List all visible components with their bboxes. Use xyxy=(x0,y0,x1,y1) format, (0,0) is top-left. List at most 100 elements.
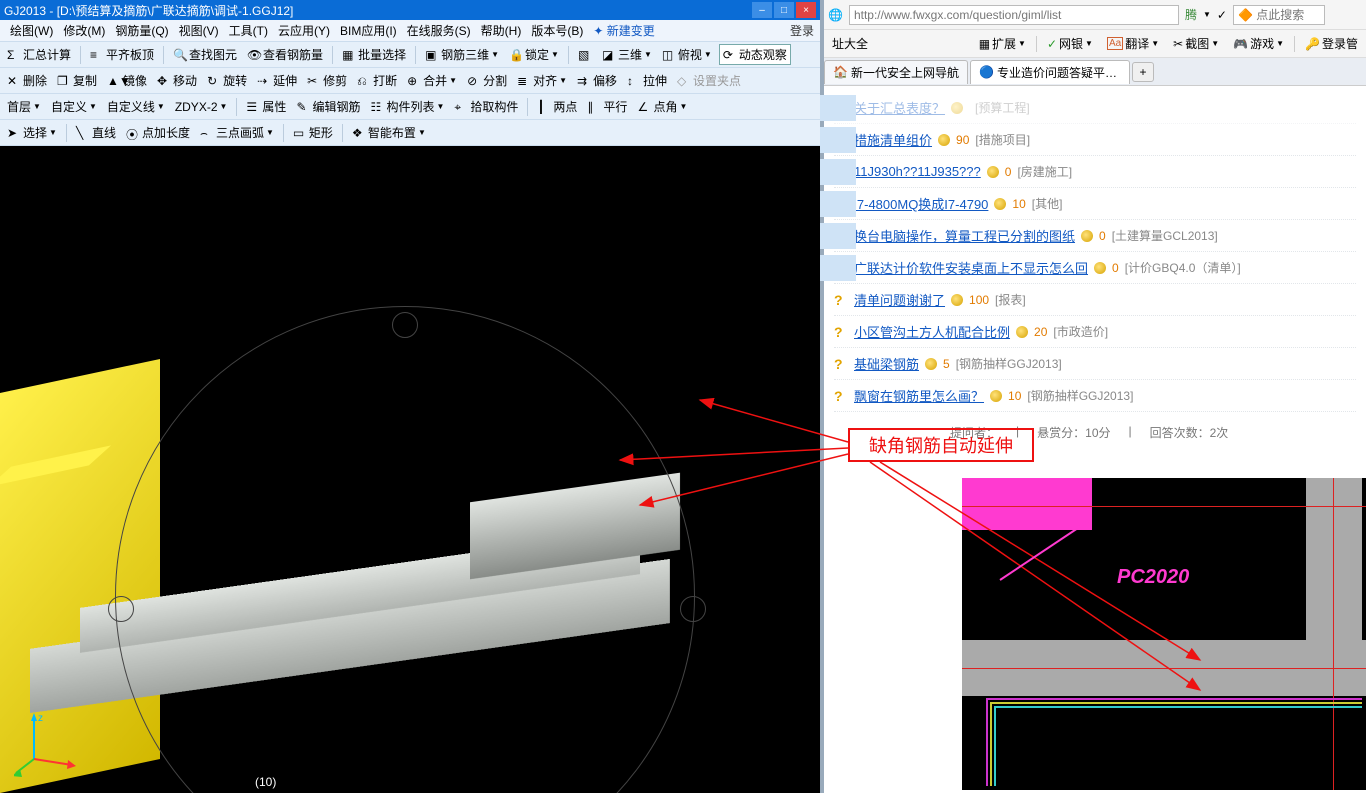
btn-point-angle[interactable]: ∠点角▼ xyxy=(634,97,690,116)
btn-summary[interactable]: Σ汇总计算 xyxy=(4,45,74,64)
btn-ext[interactable]: ▦扩展▼ xyxy=(975,34,1030,53)
btn-pick-component[interactable]: ⌖拾取构件 xyxy=(451,97,521,116)
btn-trim[interactable]: ✂修剪 xyxy=(304,71,350,90)
btn-translate[interactable]: Aa翻译▼ xyxy=(1103,34,1163,53)
btn-top-view[interactable]: ◫俯视▼ xyxy=(659,45,715,64)
qa-item[interactable]: ?措施清单组价90[措施项目] xyxy=(834,124,1356,156)
menu-rebar-qty[interactable]: 钢筋量(Q) xyxy=(111,20,172,41)
menu-bim[interactable]: BIM应用(I) xyxy=(336,20,401,41)
btn-delete[interactable]: ✕删除 xyxy=(4,71,50,90)
btn-screenshot[interactable]: ✂截图▼ xyxy=(1169,34,1223,53)
qa-item[interactable]: ?小区管沟土方人机配合比例20[市政造价] xyxy=(834,316,1356,348)
btn-mirror[interactable]: ▲▼镜像 xyxy=(104,71,150,90)
menu-tools[interactable]: 工具(T) xyxy=(225,20,272,41)
question-list: ?关于汇总表度？[预算工程] ?措施清单组价90[措施项目] ?11J930h?… xyxy=(824,86,1366,418)
qa-link[interactable]: 小区管沟土方人机配合比例 xyxy=(854,322,1010,341)
refresh-icon[interactable]: ✓ xyxy=(1217,8,1227,22)
menu-new-change[interactable]: ✦ 新建变更 xyxy=(589,20,658,41)
btn-point-len[interactable]: ⦿点加长度 xyxy=(123,123,193,142)
btn-login-mgr[interactable]: 🔑登录管 xyxy=(1301,34,1362,53)
btn-align[interactable]: ≣对齐▼ xyxy=(514,71,570,90)
menu-cloud[interactable]: 云应用(Y) xyxy=(274,20,334,41)
qa-link[interactable]: 广联达计价软件安装桌面上不显示怎么回 xyxy=(854,258,1088,277)
menu-help[interactable]: 帮助(H) xyxy=(477,20,526,41)
qa-item[interactable]: ?清单问题谢谢了100[报表] xyxy=(834,284,1356,316)
dd-floor[interactable]: 首层 ▼ xyxy=(4,97,44,116)
qa-item[interactable]: ?关于汇总表度？[预算工程] xyxy=(834,92,1356,124)
go-icon[interactable]: 腾 xyxy=(1185,6,1197,23)
qa-item[interactable]: ?飘窗在钢筋里怎么画？10[钢筋抽样GGJ2013] xyxy=(834,380,1356,412)
btn-find-element[interactable]: 🔍查找图元 xyxy=(170,45,240,64)
btn-edit-rebar[interactable]: ✎编辑钢筋 xyxy=(293,97,363,116)
btn-line[interactable]: ╲直线 xyxy=(73,123,119,142)
btn-move[interactable]: ✥移动 xyxy=(154,71,200,90)
tab-navigation[interactable]: 🏠 新一代安全上网导航 xyxy=(824,60,968,84)
btn-rotate[interactable]: ↻旋转 xyxy=(204,71,250,90)
dd-custom[interactable]: 自定义 ▼ xyxy=(48,97,100,116)
maximize-button[interactable]: □ xyxy=(774,2,794,18)
menu-view[interactable]: 视图(V) xyxy=(175,20,223,41)
btn-offset[interactable]: ⇉偏移 xyxy=(574,71,620,90)
plan-image: PC2020 xyxy=(962,478,1366,790)
dd-custom-line[interactable]: 自定义线 ▼ xyxy=(104,97,168,116)
btn-extend[interactable]: ⇢延伸 xyxy=(254,71,300,90)
qa-item[interactable]: ?广联达计价软件安装桌面上不显示怎么回0[计价GBQ4.0（清单）] xyxy=(834,252,1356,284)
btn-dynamic-orbit[interactable]: ⟳动态观察 xyxy=(719,44,791,65)
qa-link[interactable]: 措施清单组价 xyxy=(854,130,932,149)
menu-draw[interactable]: 绘图(W) xyxy=(6,20,57,41)
btn-smart-place[interactable]: ❖智能布置▼ xyxy=(349,123,429,142)
menu-online[interactable]: 在线服务(S) xyxy=(403,20,475,41)
login-link[interactable]: 登录 xyxy=(790,22,814,39)
menu-modify[interactable]: 修改(M) xyxy=(59,20,109,41)
btn-component-list[interactable]: ☷构件列表▼ xyxy=(367,97,447,116)
btn-batch-select[interactable]: ▦批量选择 xyxy=(339,45,409,64)
orbit-handle-w[interactable] xyxy=(108,596,134,622)
btn-parallel[interactable]: ∥平行 xyxy=(584,97,630,116)
orbit-circle[interactable] xyxy=(115,306,695,793)
qa-item[interactable]: ?基础梁钢筋5[钢筋抽样GGJ2013] xyxy=(834,348,1356,380)
tab-qa-platform[interactable]: 🔵 专业造价问题答疑平台-广联达/... xyxy=(970,60,1130,84)
icon-cage[interactable]: ▧ xyxy=(575,47,595,63)
menu-version[interactable]: 版本号(B) xyxy=(527,20,587,41)
btn-select[interactable]: ➤选择▼ xyxy=(4,123,60,142)
btn-rebar-3d[interactable]: ▣钢筋三维▼ xyxy=(422,45,502,64)
qa-link[interactable]: 飘窗在钢筋里怎么画？ xyxy=(854,386,984,405)
btn-3d[interactable]: ◪三维▼ xyxy=(599,45,655,64)
btn-lock[interactable]: 🔒锁定▼ xyxy=(506,45,562,64)
orbit-handle-n[interactable] xyxy=(392,312,418,338)
minimize-button[interactable]: – xyxy=(752,2,772,18)
btn-rect[interactable]: ▭矩形 xyxy=(290,123,336,142)
btn-view-rebar-qty[interactable]: 👁查看钢筋量 xyxy=(244,45,326,64)
orbit-handle-e[interactable] xyxy=(680,596,706,622)
qa-item[interactable]: ?11J930h??11J935???0[房建施工] xyxy=(834,156,1356,188)
btn-stretch[interactable]: ↕拉伸 xyxy=(624,71,670,90)
btn-break[interactable]: ⎌打断 xyxy=(354,71,400,90)
btn-copy[interactable]: ❐复制 xyxy=(54,71,100,90)
btn-properties[interactable]: ☰属性 xyxy=(243,97,289,116)
url-input[interactable]: http://www.fwxgx.com/question/giml/list xyxy=(849,5,1179,25)
qa-link[interactable]: i7-4800MQ换成I7-4790 xyxy=(854,194,988,213)
3d-viewport[interactable]: z (10) xyxy=(0,146,820,793)
btn-join[interactable]: ⊕合并▼ xyxy=(404,71,460,90)
btn-sites-full[interactable]: 址大全 xyxy=(828,34,872,53)
qa-link[interactable]: 清单问题谢谢了 xyxy=(854,290,945,309)
qa-link[interactable]: 11J930h??11J935??? xyxy=(854,164,981,179)
close-button[interactable]: × xyxy=(796,2,816,18)
btn-level-to-slab[interactable]: ≡平齐板顶 xyxy=(87,45,157,64)
axis-gizmo: z xyxy=(14,699,94,779)
btn-games[interactable]: 🎮游戏▼ xyxy=(1229,34,1288,53)
new-tab-button[interactable]: + xyxy=(1132,62,1154,82)
title-bar[interactable]: GJ2013 - [D:\预结算及摘筋\广联达摘筋\调试-1.GGJ12] – … xyxy=(0,0,820,20)
btn-netbank[interactable]: ✓网银▼ xyxy=(1043,34,1097,53)
btn-split[interactable]: ⊘分割 xyxy=(464,71,510,90)
dd-zdyx2[interactable]: ZDYX-2 ▼ xyxy=(172,99,231,115)
btn-two-points[interactable]: ┃两点 xyxy=(534,97,580,116)
btn-threepoint-arc[interactable]: ⌢三点画弧▼ xyxy=(197,123,277,142)
search-input[interactable]: 🔶 点此搜索 xyxy=(1233,5,1325,25)
qa-item[interactable]: ?换台电脑操作，算量工程已分割的图纸0[土建算量GCL2013] xyxy=(834,220,1356,252)
qa-link[interactable]: 基础梁钢筋 xyxy=(854,354,919,373)
qa-link[interactable]: 换台电脑操作，算量工程已分割的图纸 xyxy=(854,226,1075,245)
qa-item[interactable]: ?i7-4800MQ换成I7-479010[其他] xyxy=(834,188,1356,220)
qa-link[interactable]: 关于汇总表度？ xyxy=(854,98,945,117)
coin-icon xyxy=(994,198,1006,210)
